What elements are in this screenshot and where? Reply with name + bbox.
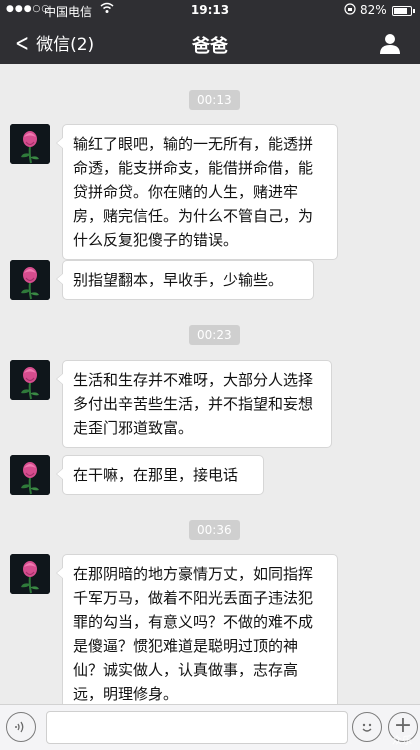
chevron-left-icon: <	[15, 28, 30, 57]
input-bar: +	[0, 704, 420, 750]
back-label: 微信(2)	[36, 35, 95, 55]
watermark: 众乐	[392, 736, 412, 747]
battery-level-fill	[394, 8, 407, 14]
clock-time: 19:13	[190, 3, 230, 17]
voice-icon[interactable]	[6, 712, 36, 742]
timestamp: 00:13	[189, 90, 240, 110]
chat-area[interactable]: 00:13 输红了眼吧，输的一无所有，能透拼命透，能支拼命支，能借拼命借，能贷拼…	[0, 64, 420, 714]
message-bubble[interactable]: 生活和生存并不难呀，大部分人选择多付出辛苦些生活，并不指望和妄想走歪门邪道致富。	[56, 360, 332, 448]
nav-bar: < 微信(2) 爸爸	[0, 22, 420, 64]
message-bubble[interactable]: 别指望翻本，早收手，少输些。	[56, 260, 314, 300]
emoji-icon[interactable]	[352, 712, 382, 742]
message-bubble[interactable]: 输红了眼吧，输的一无所有，能透拼命透，能支拼命支，能借拼命借，能贷拼命贷。你在赌…	[56, 124, 338, 260]
rotation-lock-icon	[344, 3, 356, 18]
status-bar: ●●●○○ 中国电信 19:13 82%	[0, 0, 420, 22]
timestamp: 00:23	[189, 325, 240, 345]
battery-percent: 82%	[360, 3, 387, 17]
contact-profile-icon[interactable]	[378, 31, 402, 55]
avatar[interactable]	[10, 124, 50, 164]
avatar[interactable]	[10, 260, 50, 300]
message-bubble[interactable]: 在干嘛，在那里，接电话	[56, 455, 264, 495]
battery-icon	[392, 6, 415, 16]
timestamp: 00:36	[189, 520, 240, 540]
message-input[interactable]	[46, 711, 348, 744]
avatar[interactable]	[10, 360, 50, 400]
message-bubble[interactable]: 在那阴暗的地方豪情万丈，如同指挥千军万马，做着不阳光丢面子违法犯罪的勾当，有意义…	[56, 554, 338, 714]
avatar[interactable]	[10, 554, 50, 594]
back-button[interactable]: < 微信(2)	[12, 28, 95, 57]
avatar[interactable]	[10, 455, 50, 495]
